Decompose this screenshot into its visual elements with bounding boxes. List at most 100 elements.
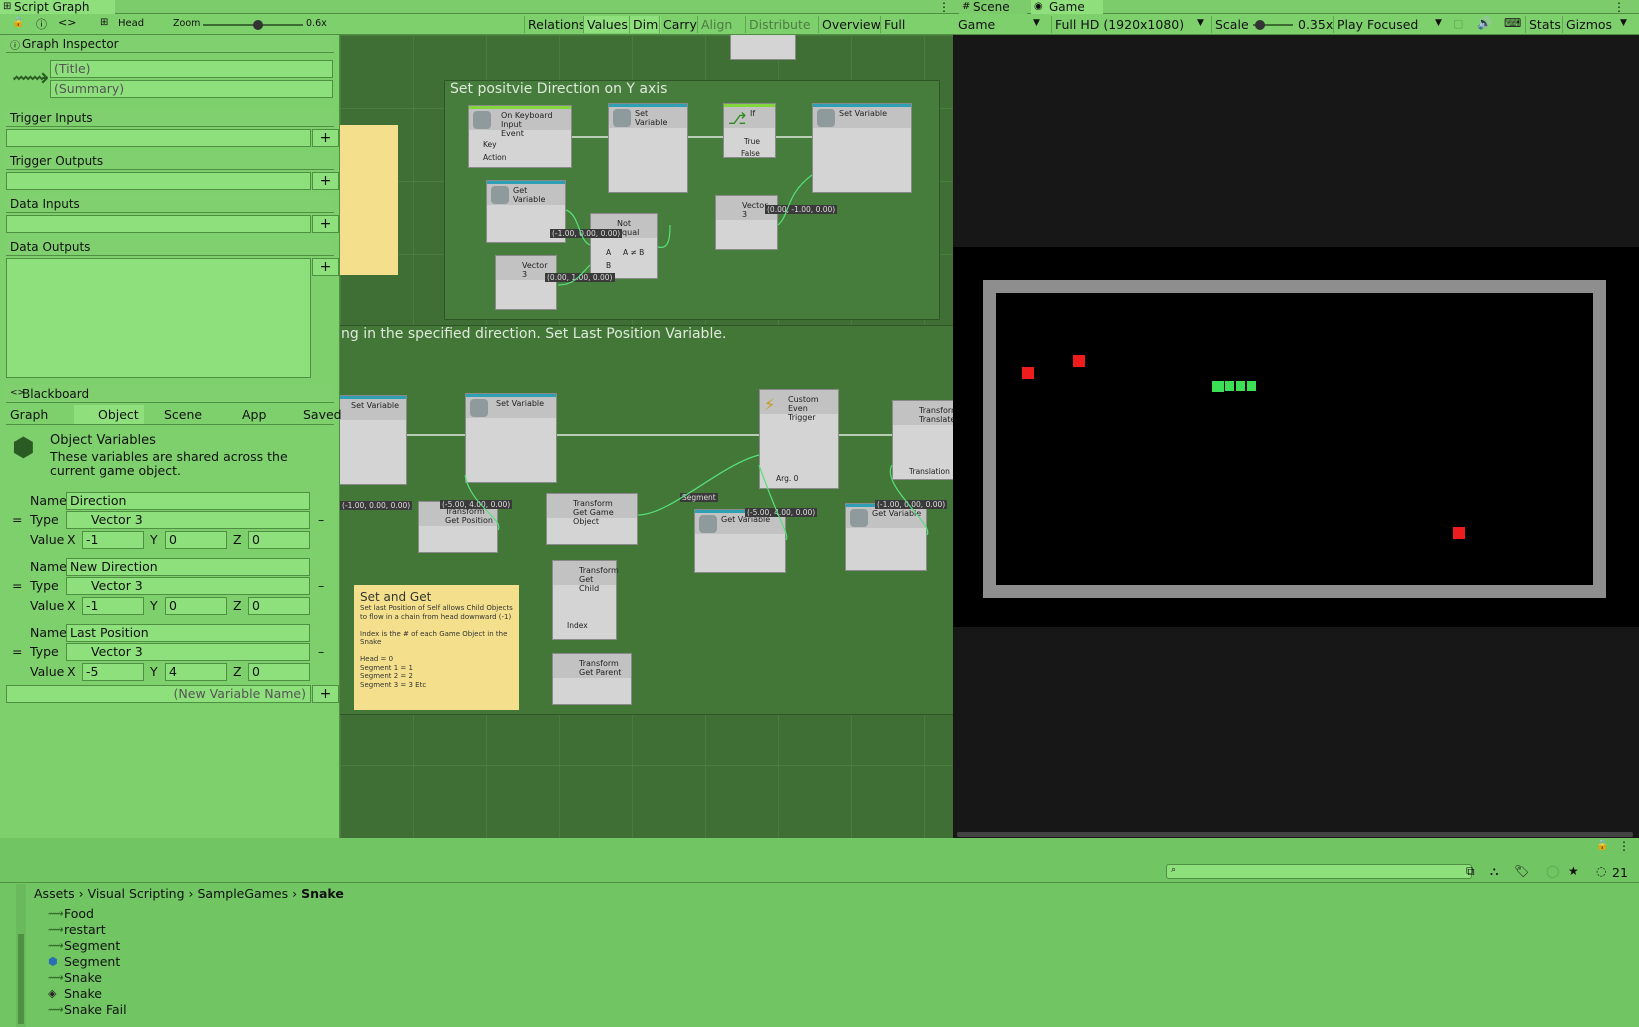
variable-name-field[interactable]: Last Position bbox=[66, 624, 310, 642]
tab-object[interactable]: Object bbox=[74, 405, 144, 424]
dim-button[interactable]: Dim bbox=[629, 16, 662, 33]
zoom-label: Zoom bbox=[173, 18, 201, 29]
value-z-field[interactable]: 0 bbox=[248, 663, 310, 681]
stats-button[interactable]: Stats bbox=[1525, 16, 1564, 33]
zoom-slider[interactable] bbox=[203, 20, 303, 30]
gizmos-dropdown[interactable]: Gizmos bbox=[1562, 16, 1615, 33]
drag-handle-icon[interactable]: = bbox=[12, 578, 22, 593]
title-field[interactable]: (Title) bbox=[50, 60, 333, 78]
relations-button[interactable]: Relations bbox=[524, 16, 588, 33]
type-dropdown[interactable]: Vector 3 bbox=[66, 511, 310, 529]
value-x-field[interactable]: -1 bbox=[82, 531, 144, 549]
hidden-packages-icon[interactable]: ◌ bbox=[1596, 864, 1606, 878]
chevron-down-icon: ▼ bbox=[1033, 18, 1040, 28]
type-dropdown[interactable]: Vector 3 bbox=[66, 643, 310, 661]
filter-by-type-icon[interactable]: ⛬ bbox=[1490, 864, 1498, 879]
align-dropdown[interactable]: Align bbox=[697, 16, 743, 33]
keyboard-icon[interactable]: ⌨ bbox=[1504, 16, 1521, 30]
full-screen-button[interactable]: Full Screen bbox=[880, 16, 953, 49]
add-data-output-button[interactable]: + bbox=[312, 258, 339, 276]
horizontal-scrollbar[interactable] bbox=[957, 832, 1633, 837]
add-trigger-input-button[interactable]: + bbox=[312, 129, 339, 147]
tab-scene[interactable]: # Scene bbox=[959, 0, 1027, 14]
tab-game[interactable]: ◉ Game bbox=[1031, 0, 1103, 14]
mute-icon[interactable]: ▢ bbox=[1453, 17, 1463, 30]
values-button[interactable]: Values bbox=[583, 16, 631, 33]
scale-slider[interactable] bbox=[1253, 20, 1293, 30]
game-arena-wall bbox=[983, 280, 1606, 598]
add-filter-icon[interactable]: ⧉ bbox=[1466, 864, 1475, 879]
carry-button[interactable]: Carry bbox=[659, 16, 700, 33]
variable-name-field[interactable]: Direction bbox=[66, 492, 310, 510]
tab-app[interactable]: App bbox=[242, 407, 266, 422]
breadcrumb-item-current[interactable]: Snake bbox=[301, 886, 344, 901]
star-icon[interactable]: ★ bbox=[1568, 864, 1579, 878]
distribute-dropdown[interactable]: Distribute bbox=[745, 16, 815, 33]
tab-graph[interactable]: Graph bbox=[10, 407, 48, 422]
item-label: restart bbox=[64, 922, 106, 937]
tab-scene[interactable]: Scene bbox=[164, 407, 202, 422]
value-y-field[interactable]: 4 bbox=[165, 663, 227, 681]
remove-variable-button[interactable]: – bbox=[318, 644, 324, 659]
remove-variable-button[interactable]: – bbox=[318, 578, 324, 593]
data-outputs-header: Data Outputs bbox=[6, 238, 334, 256]
play-mode-dropdown[interactable]: Play Focused bbox=[1333, 16, 1439, 33]
lock-icon[interactable]: 🔒 bbox=[12, 17, 24, 28]
more-icon[interactable]: ⋮ bbox=[938, 0, 950, 14]
breadcrumb: Assets › Visual Scripting › SampleGames … bbox=[34, 886, 344, 901]
value-x-field[interactable]: -5 bbox=[82, 663, 144, 681]
lock-icon[interactable]: 🔒 bbox=[1596, 840, 1608, 851]
tab-script-graph[interactable]: ⊞ Script Graph bbox=[0, 0, 115, 14]
type-label: Type bbox=[30, 644, 59, 659]
new-variable-name-field[interactable]: (New Variable Name) bbox=[6, 685, 311, 703]
resolution-dropdown[interactable]: Full HD (1920x1080) bbox=[1051, 16, 1201, 33]
search-mode-icon[interactable]: ◯ bbox=[1546, 864, 1559, 878]
value-x-field[interactable]: -1 bbox=[82, 597, 144, 615]
overview-button[interactable]: Overview bbox=[818, 16, 884, 33]
more-icon[interactable]: ⋮ bbox=[1613, 0, 1625, 14]
more-icon[interactable]: ⋮ bbox=[1618, 839, 1630, 853]
variable-name-field[interactable]: New Direction bbox=[66, 558, 310, 576]
breadcrumb-item[interactable]: SampleGames bbox=[198, 886, 289, 901]
value-label: Value bbox=[30, 664, 65, 679]
search-input[interactable]: ⌕ bbox=[1166, 864, 1472, 879]
name-label: Name bbox=[30, 493, 67, 508]
game-view[interactable] bbox=[953, 35, 1639, 838]
vertical-scrollbar[interactable] bbox=[16, 884, 26, 1027]
value-y-field[interactable]: 0 bbox=[165, 531, 227, 549]
info-icon[interactable]: ⓘ bbox=[36, 16, 47, 32]
trigger-outputs-header: Trigger Outputs bbox=[6, 152, 334, 170]
tab-label: Game bbox=[1049, 0, 1085, 14]
scale-slider-handle[interactable] bbox=[1255, 20, 1265, 30]
code-icon[interactable]: <> bbox=[58, 16, 76, 29]
game-render-area bbox=[953, 247, 1639, 627]
summary-field[interactable]: (Summary) bbox=[50, 80, 333, 98]
zoom-slider-handle[interactable] bbox=[253, 20, 263, 30]
tab-saved[interactable]: Saved bbox=[303, 407, 342, 422]
blackboard-heading: Object Variables bbox=[50, 433, 156, 448]
add-variable-button[interactable]: + bbox=[312, 685, 339, 703]
add-trigger-output-button[interactable]: + bbox=[312, 172, 339, 190]
breadcrumb[interactable]: Head bbox=[118, 18, 144, 29]
breadcrumb-item[interactable]: Visual Scripting bbox=[88, 886, 185, 901]
drag-handle-icon[interactable]: = bbox=[12, 512, 22, 527]
trigger-inputs-header: Trigger Inputs bbox=[6, 109, 334, 127]
snake-segment bbox=[1236, 381, 1245, 391]
chevron-down-icon: ▼ bbox=[1435, 18, 1442, 28]
scene-game-tabstrip: # Scene ◉ Game ⋮ bbox=[953, 0, 1639, 14]
breadcrumb-item[interactable]: Assets bbox=[34, 886, 75, 901]
y-label: Y bbox=[150, 532, 158, 547]
display-dropdown[interactable]: Game bbox=[955, 16, 1043, 33]
chevron-right-icon: › bbox=[188, 886, 194, 901]
audio-icon[interactable]: 🔊 bbox=[1477, 16, 1492, 30]
value-z-field[interactable]: 0 bbox=[248, 597, 310, 615]
value-y-field[interactable]: 0 bbox=[165, 597, 227, 615]
add-data-input-button[interactable]: + bbox=[312, 215, 339, 233]
label-icon[interactable]: 🏷 bbox=[1514, 864, 1529, 878]
value-z-field[interactable]: 0 bbox=[248, 531, 310, 549]
remove-variable-button[interactable]: – bbox=[318, 512, 324, 527]
graph-canvas[interactable]: Set positvie Direction on Y axis On Keyb… bbox=[340, 35, 953, 838]
type-dropdown[interactable]: Vector 3 bbox=[66, 577, 310, 595]
scrollbar-thumb[interactable] bbox=[18, 934, 24, 1024]
drag-handle-icon[interactable]: = bbox=[12, 644, 22, 659]
